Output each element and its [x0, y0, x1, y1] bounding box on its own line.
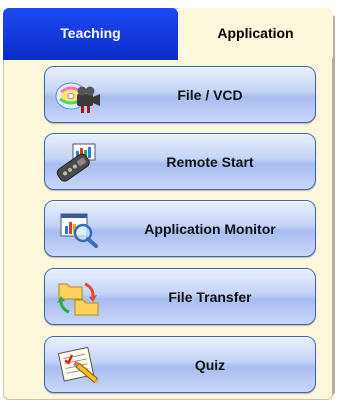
vcd-camera-icon [55, 74, 101, 116]
file-vcd-label: File / VCD [177, 86, 243, 103]
remote-start-button[interactable]: Remote Start [44, 133, 316, 190]
quiz-icon [55, 344, 101, 386]
remote-start-label: Remote Start [166, 153, 254, 170]
application-monitor-icon [55, 208, 101, 250]
quiz-button[interactable]: Quiz [44, 336, 316, 393]
file-vcd-button[interactable]: File / VCD [44, 66, 316, 123]
tab-divider [3, 58, 178, 60]
application-monitor-button[interactable]: Application Monitor [44, 200, 316, 257]
file-transfer-label: File Transfer [168, 288, 252, 305]
application-monitor-label: Application Monitor [144, 220, 276, 237]
tab-teaching[interactable]: Teaching [3, 8, 178, 58]
tab-application[interactable]: Application [178, 8, 333, 58]
tab-bar: Teaching Application [3, 8, 333, 60]
quiz-label: Quiz [194, 356, 226, 373]
file-transfer-button[interactable]: File Transfer [44, 268, 316, 325]
remote-start-icon [55, 141, 101, 183]
file-transfer-icon [55, 276, 101, 318]
